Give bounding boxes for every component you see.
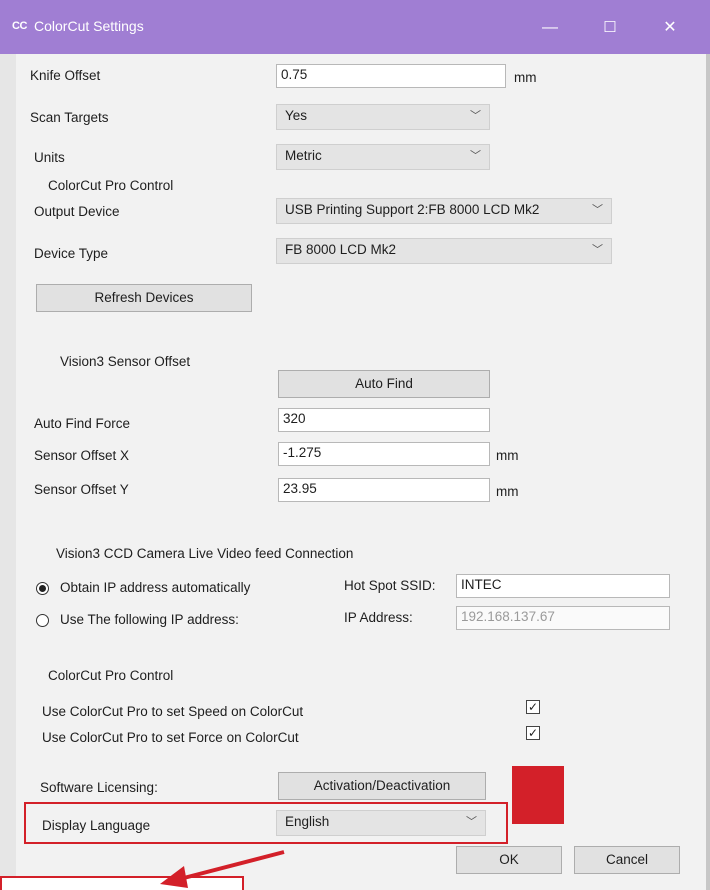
red-arrow-icon bbox=[160, 850, 285, 888]
